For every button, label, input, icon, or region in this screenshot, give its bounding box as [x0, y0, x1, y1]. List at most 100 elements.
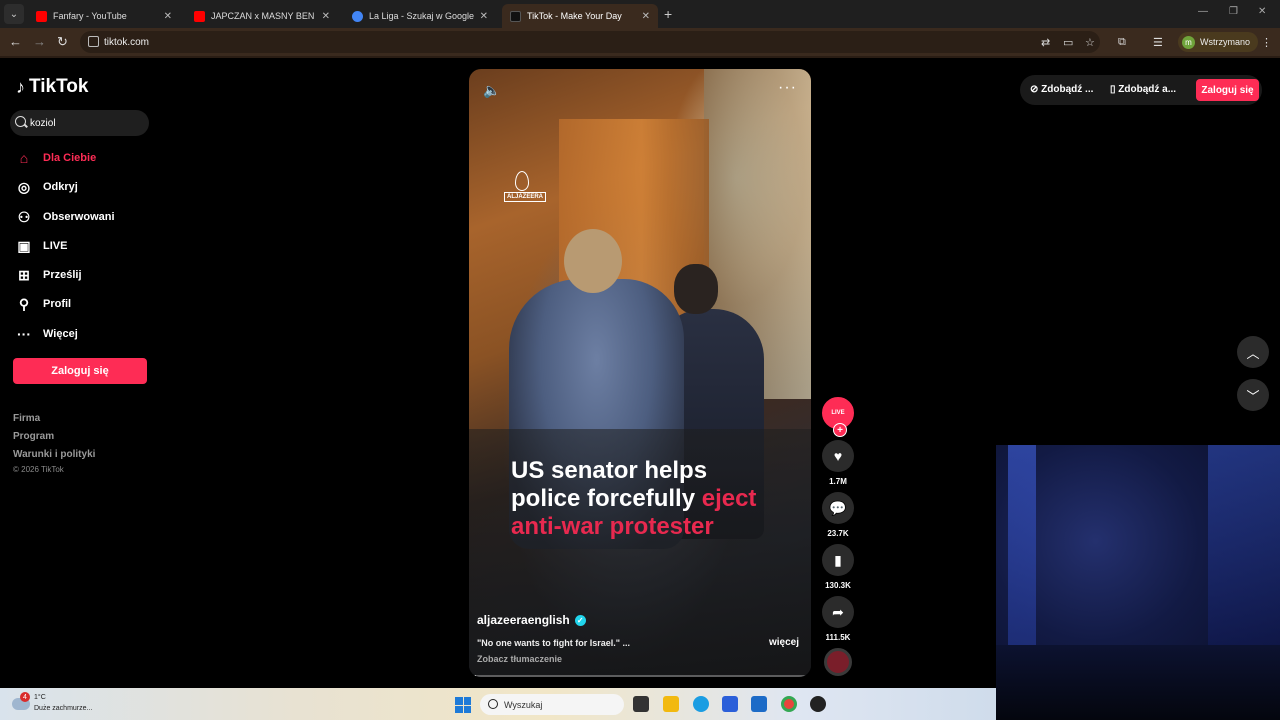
close-icon[interactable]: ✕: [642, 11, 650, 22]
sidebar-login-button[interactable]: Zaloguj się: [13, 358, 147, 384]
reading-list-icon[interactable]: ☰: [1153, 36, 1163, 49]
cast-icon[interactable]: ▭: [1063, 36, 1073, 49]
brand-text: ALJAZEERA: [504, 192, 547, 202]
tab-title: TikTok - Make Your Day: [527, 11, 622, 21]
profile-label: Wstrzymano: [1200, 37, 1251, 47]
get-coins-button[interactable]: ⊘ Zdobądź ...: [1030, 84, 1093, 95]
extensions-icon[interactable]: ⧉: [1118, 36, 1126, 49]
tab-google-laliga[interactable]: La Liga - Szukaj w Google ✕: [344, 4, 496, 28]
comment-button[interactable]: 💬: [822, 492, 854, 524]
sidebar-item-following[interactable]: ⚇ Obserwowani: [16, 207, 115, 227]
google-icon: [352, 10, 363, 22]
previous-video-button[interactable]: ︿: [1237, 336, 1269, 368]
live-badge: LIVE: [831, 410, 845, 416]
forward-button[interactable]: →: [33, 34, 46, 49]
upload-icon: ⊞: [18, 266, 30, 283]
share-count: 111.5K: [825, 633, 851, 642]
tab-title: Fanfary - YouTube: [53, 11, 127, 21]
pip-floor: [996, 645, 1280, 720]
tab-youtube-japczan[interactable]: JAPCZAN x MASNY BEN - SHA ✕: [186, 4, 338, 28]
home-icon: ⌂: [19, 150, 29, 166]
get-app-button[interactable]: ▯ Zdobądź a...: [1110, 84, 1176, 95]
taskbar-search[interactable]: Wyszukaj: [480, 694, 624, 715]
close-window-button[interactable]: ✕: [1258, 6, 1266, 17]
get-coins-label: Zdobądź ...: [1041, 84, 1094, 95]
share-icon: ➦: [832, 603, 844, 620]
footer-link-company[interactable]: Firma: [13, 413, 40, 424]
creator-avatar[interactable]: LIVE +: [822, 397, 854, 437]
video-author[interactable]: aljazeeraenglish ✓: [477, 613, 586, 627]
footer-link-terms[interactable]: Warunki i polityki: [13, 449, 95, 460]
app-icon[interactable]: [810, 696, 826, 712]
sidebar-item-upload[interactable]: ⊞ Prześlij: [16, 265, 81, 285]
volume-icon[interactable]: 🔈: [483, 82, 500, 99]
url-field[interactable]: tiktok.com: [80, 31, 1100, 53]
sidebar-item-label: LIVE: [43, 240, 68, 252]
maximize-button[interactable]: ❐: [1229, 6, 1238, 17]
share-button[interactable]: ➦: [822, 596, 854, 628]
chrome-icon[interactable]: [781, 696, 797, 712]
new-tab-button[interactable]: +: [664, 6, 672, 22]
outlook-icon[interactable]: [751, 696, 767, 712]
like-button[interactable]: ♥: [822, 440, 854, 472]
profile-chip[interactable]: m Wstrzymano: [1178, 32, 1259, 52]
video-frame-officer-head: [674, 264, 718, 314]
comment-icon: 💬: [829, 499, 847, 516]
toolbar-divider: [0, 56, 1280, 58]
bookmark-icon: ▮: [834, 551, 842, 568]
windows-start-button[interactable]: [455, 697, 471, 713]
follow-plus-icon[interactable]: +: [833, 423, 847, 437]
youtube-icon: [194, 10, 205, 22]
sidebar-item-label: Odkryj: [43, 181, 78, 193]
minimize-button[interactable]: —: [1198, 6, 1208, 17]
edge-icon[interactable]: [693, 696, 709, 712]
chevron-up-icon: ︿: [1246, 345, 1260, 361]
search-input[interactable]: koziol: [10, 110, 149, 136]
site-info-icon[interactable]: [88, 36, 99, 47]
bookmark-star-icon[interactable]: ☆: [1085, 36, 1095, 49]
youtube-icon: [36, 10, 47, 22]
taskbar-search-placeholder: Wyszukaj: [504, 699, 543, 710]
sidebar-item-profile[interactable]: ⚲ Profil: [16, 294, 71, 314]
reload-button[interactable]: ↻: [57, 34, 68, 50]
footer-link-program[interactable]: Program: [13, 431, 54, 442]
sidebar-item-label: Więcej: [43, 328, 78, 340]
like-count: 1.7M: [829, 477, 847, 486]
sidebar-item-more[interactable]: ··· Więcej: [16, 324, 78, 344]
next-video-button[interactable]: ﹀: [1237, 379, 1269, 411]
top-login-button[interactable]: Zaloguj się: [1196, 79, 1259, 101]
see-translation-link[interactable]: Zobacz tłumaczenie: [477, 654, 562, 664]
picture-in-picture-window[interactable]: [996, 445, 1280, 720]
video-progress-bar[interactable]: [469, 675, 811, 677]
save-button[interactable]: ▮: [822, 544, 854, 576]
search-icon: [488, 699, 498, 709]
music-disc-icon[interactable]: [824, 648, 852, 676]
store-icon[interactable]: [722, 696, 738, 712]
close-icon[interactable]: ✕: [322, 11, 330, 22]
video-player[interactable]: 🔈 ··· ALJAZEERA US senator helps police …: [469, 69, 811, 677]
file-explorer-icon[interactable]: [663, 696, 679, 712]
tab-tiktok[interactable]: TikTok - Make Your Day ✕: [502, 4, 658, 28]
tab-title: La Liga - Szukaj w Google: [369, 11, 474, 21]
back-button[interactable]: ←: [9, 34, 22, 49]
sidebar-item-for-you[interactable]: ⌂ Dla Ciebie: [16, 148, 96, 168]
close-icon[interactable]: ✕: [164, 11, 172, 22]
sidebar-item-label: Dla Ciebie: [43, 152, 97, 164]
search-icon: [15, 116, 26, 127]
notification-badge: 4: [20, 692, 30, 702]
sidebar-item-explore[interactable]: ◎ Odkryj: [16, 177, 78, 197]
close-icon[interactable]: ✕: [480, 11, 488, 22]
task-view-icon[interactable]: [633, 696, 649, 712]
see-more-link[interactable]: więcej: [769, 637, 799, 648]
aljazeera-emblem-icon: [515, 171, 529, 191]
top-right-actions: ⊘ Zdobądź ... ▯ Zdobądź a... Zaloguj się: [1020, 75, 1262, 105]
sidebar-item-live[interactable]: ▣ LIVE: [16, 236, 67, 256]
translate-icon[interactable]: ⇄: [1041, 36, 1050, 49]
video-more-icon[interactable]: ···: [778, 79, 797, 97]
tab-youtube-fanfary[interactable]: Fanfary - YouTube ✕: [28, 4, 180, 28]
video-frame-senator-head: [564, 229, 622, 293]
tiktok-logo[interactable]: ♪ TikTok: [16, 76, 88, 98]
browser-menu-icon[interactable]: ⋮: [1261, 36, 1272, 49]
save-count: 130.3K: [825, 581, 851, 590]
tab-search-button[interactable]: ⌄: [4, 4, 24, 24]
